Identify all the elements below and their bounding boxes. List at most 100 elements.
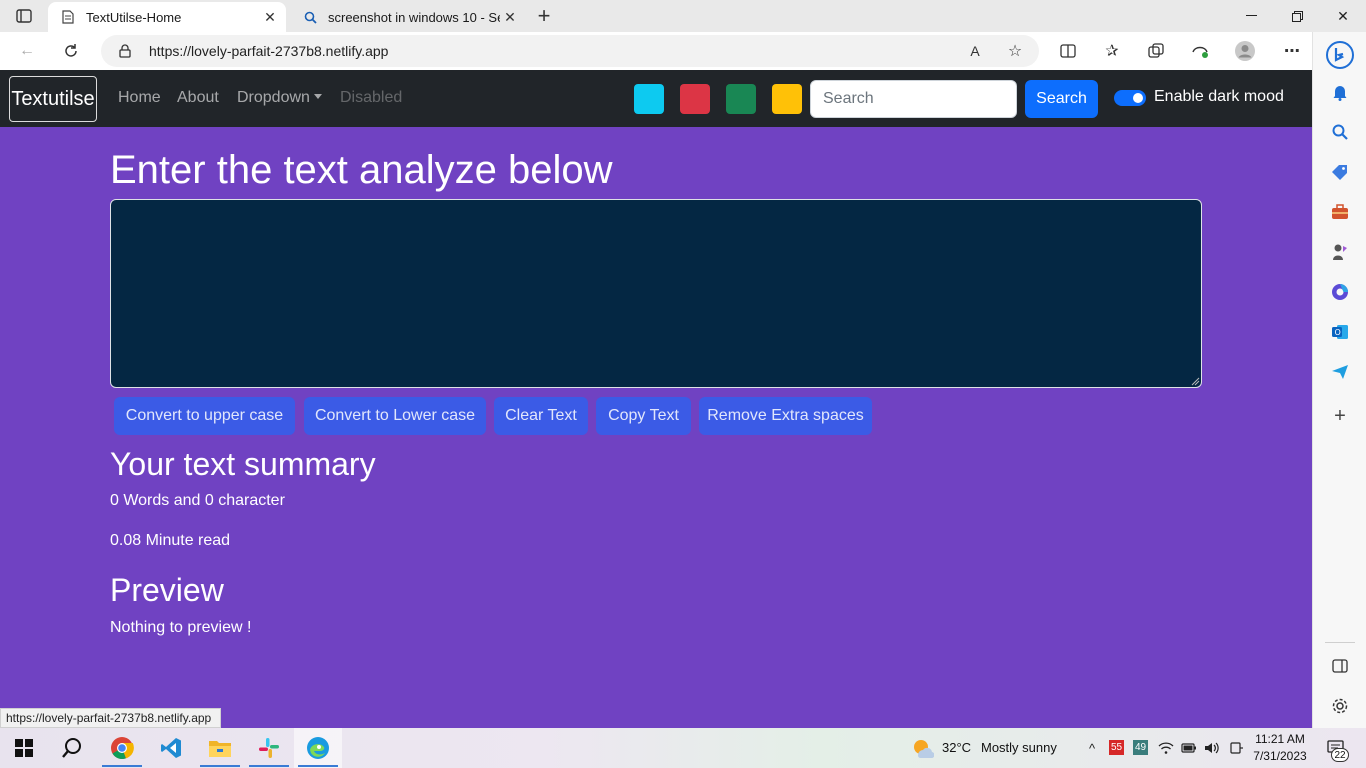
slack-icon[interactable] — [245, 728, 293, 768]
clock-time: 11:21 AM — [1255, 732, 1305, 746]
preview-heading: Preview — [110, 572, 224, 608]
browser-tab-strip: TextUtilse-Home ✕ screenshot in windows … — [0, 0, 1366, 32]
vscode-icon[interactable] — [147, 728, 195, 768]
page-content: Textutilse Home About Dropdown Disabled … — [0, 70, 1312, 728]
search-input[interactable] — [810, 80, 1017, 118]
tab-title: screenshot in windows 10 - Search — [328, 9, 500, 25]
search-icon[interactable] — [1330, 122, 1350, 142]
taskbar: 32°C Mostly sunny ^ 55 49 11:21 AM 7/31/… — [0, 728, 1366, 768]
bing-chat-icon[interactable] — [1325, 40, 1355, 70]
performance-icon[interactable] — [1187, 38, 1213, 64]
nav-dropdown[interactable]: Dropdown — [237, 89, 322, 107]
refresh-icon[interactable] — [58, 38, 84, 64]
wifi-icon[interactable] — [1158, 740, 1174, 756]
browser-tab-active[interactable]: TextUtilse-Home ✕ — [48, 2, 286, 32]
search-icon — [302, 9, 318, 25]
address-bar[interactable]: https://lovely-parfait-2737b8.netlify.ap… — [101, 35, 1039, 67]
favorites-icon[interactable]: ✰ — [1099, 38, 1125, 64]
system-clock[interactable]: 11:21 AM 7/31/2023 — [1250, 731, 1310, 765]
send-plane-icon[interactable] — [1330, 362, 1350, 382]
outlook-icon[interactable]: O — [1330, 322, 1350, 342]
page-title: Enter the text analyze below — [110, 148, 613, 192]
back-icon[interactable]: ← — [14, 38, 40, 64]
theme-swatch-yellow[interactable] — [772, 84, 802, 114]
read-aloud-icon[interactable]: A — [962, 38, 988, 64]
windows-start-icon[interactable] — [0, 728, 48, 768]
split-screen-icon[interactable] — [1055, 38, 1081, 64]
tray-badge-teal[interactable]: 49 — [1133, 740, 1148, 755]
notification-count-badge: 22 — [1331, 748, 1349, 762]
profile-avatar[interactable] — [1232, 38, 1258, 64]
theme-swatch-green[interactable] — [726, 84, 756, 114]
nav-link-home[interactable]: Home — [118, 89, 161, 107]
search-button[interactable]: Search — [1025, 80, 1098, 118]
sidebar-divider — [1325, 642, 1355, 643]
navbar-brand[interactable]: Textutilse — [9, 76, 97, 122]
link-status-bar: https://lovely-parfait-2737b8.netlify.ap… — [0, 708, 221, 728]
tools-briefcase-icon[interactable] — [1330, 202, 1350, 222]
weather-condition[interactable]: Mostly sunny — [981, 740, 1057, 755]
browser-tab-inactive[interactable]: screenshot in windows 10 - Search ✕ — [290, 2, 526, 32]
switch-knob — [1133, 93, 1143, 103]
nav-dropdown-label: Dropdown — [237, 89, 310, 106]
word-count-text: 0 Words and 0 character — [110, 492, 285, 509]
volume-icon[interactable] — [1204, 740, 1220, 756]
close-tab-icon[interactable]: ✕ — [500, 7, 520, 27]
network-device-icon[interactable] — [1228, 740, 1244, 756]
tab-title: TextUtilse-Home — [86, 9, 182, 25]
collections-icon[interactable] — [1143, 38, 1169, 64]
nav-link-about[interactable]: About — [177, 89, 219, 107]
tray-badge-red[interactable]: 55 — [1109, 740, 1124, 755]
resize-grip-icon[interactable] — [1190, 376, 1200, 386]
address-url: https://lovely-parfait-2737b8.netlify.ap… — [149, 43, 389, 59]
settings-more-icon[interactable]: ⋯ — [1279, 38, 1305, 64]
browser-toolbar: ← https://lovely-parfait-2737b8.netlify.… — [0, 32, 1312, 70]
dark-mode-label: Enable dark mood — [1154, 88, 1284, 105]
summary-heading: Your text summary — [110, 446, 376, 482]
theme-swatch-red[interactable] — [680, 84, 710, 114]
theme-swatch-cyan[interactable] — [634, 84, 664, 114]
nav-link-disabled: Disabled — [340, 89, 403, 106]
gear-icon[interactable] — [1330, 696, 1350, 716]
lowercase-button[interactable]: Convert to Lower case — [304, 397, 486, 435]
weather-temperature[interactable]: 32°C — [942, 740, 971, 755]
page-icon — [60, 9, 76, 25]
copy-text-button[interactable]: Copy Text — [596, 397, 691, 435]
edge-sidebar: O + — [1312, 32, 1366, 728]
read-time-text: 0.08 Minute read — [110, 532, 231, 549]
search-icon[interactable] — [48, 728, 96, 768]
hide-sidebar-icon[interactable] — [1330, 656, 1350, 676]
close-window-icon[interactable]: ✕ — [1320, 0, 1366, 32]
clock-date: 7/31/2023 — [1253, 749, 1307, 763]
add-icon[interactable]: + — [1330, 405, 1350, 427]
chevron-up-icon[interactable]: ^ — [1084, 740, 1100, 756]
favorite-star-icon[interactable]: ☆ — [1002, 38, 1028, 64]
restore-icon[interactable] — [1274, 0, 1320, 32]
uppercase-button[interactable]: Convert to upper case — [114, 397, 295, 435]
shopping-tag-icon[interactable] — [1330, 162, 1350, 182]
battery-icon[interactable] — [1181, 740, 1197, 756]
active-indicator — [298, 765, 338, 767]
active-indicator — [200, 765, 240, 767]
file-explorer-icon[interactable] — [196, 728, 244, 768]
edge-icon[interactable] — [294, 728, 342, 768]
games-icon[interactable] — [1330, 242, 1350, 262]
new-tab-button[interactable]: + — [532, 3, 556, 28]
dark-mode-switch[interactable] — [1114, 90, 1146, 106]
close-tab-icon[interactable]: ✕ — [260, 7, 280, 27]
weather-sun-icon[interactable] — [912, 738, 934, 758]
microsoft365-icon[interactable] — [1330, 282, 1350, 302]
svg-text:O: O — [1335, 328, 1341, 337]
chrome-icon[interactable] — [98, 728, 146, 768]
remove-spaces-button[interactable]: Remove Extra spaces — [699, 397, 872, 435]
clear-text-button[interactable]: Clear Text — [494, 397, 588, 435]
active-indicator — [249, 765, 289, 767]
minimize-icon[interactable] — [1228, 0, 1274, 32]
bell-icon[interactable] — [1330, 82, 1350, 102]
lock-icon[interactable] — [119, 44, 135, 58]
navbar: Textutilse Home About Dropdown Disabled … — [0, 70, 1312, 127]
chevron-down-icon — [313, 94, 322, 99]
tab-actions-icon[interactable] — [10, 6, 38, 26]
preview-text: Nothing to preview ! — [110, 619, 252, 636]
text-input-area[interactable] — [110, 199, 1202, 388]
